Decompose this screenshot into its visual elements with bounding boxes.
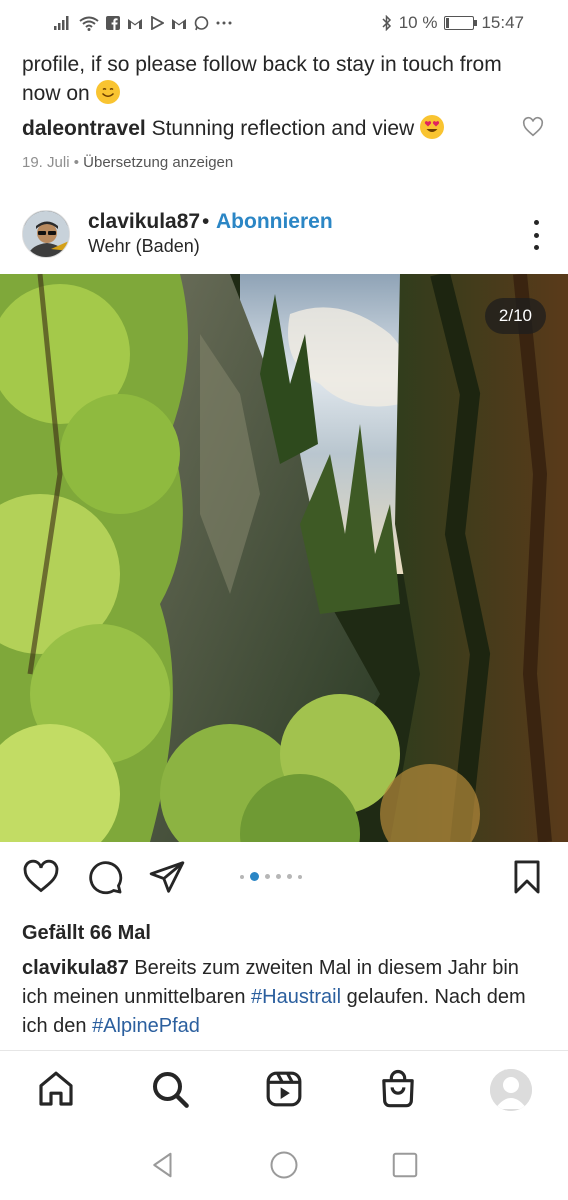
- previous-caption-text: profile, if so please follow back to sta…: [22, 53, 502, 105]
- hashtag-link-2[interactable]: #AlpinePfad: [92, 1015, 200, 1037]
- like-heart-icon[interactable]: [22, 858, 62, 898]
- bottom-navigation: [0, 1050, 568, 1134]
- comment-meta: 19. Juli • Übersetzung anzeigen: [22, 154, 233, 171]
- photo-counter: 2/10: [484, 298, 546, 334]
- battery-percent: 10 %: [398, 13, 438, 32]
- status-bar: 10 % 15:47: [0, 0, 568, 46]
- system-navigation: [0, 1134, 568, 1200]
- home-circle-icon[interactable]: [269, 1150, 299, 1180]
- play-icon: [150, 16, 164, 30]
- heart-eyes-emoji-icon: [420, 115, 445, 139]
- carousel-dot: [240, 874, 244, 879]
- post-location[interactable]: Wehr (Baden): [88, 236, 200, 257]
- hashtag-link-1[interactable]: #Haustrail: [251, 986, 341, 1008]
- more-options-icon[interactable]: [532, 220, 540, 250]
- status-icons-right: 10 % 15:47: [382, 13, 524, 33]
- signal-icon: [54, 16, 72, 30]
- search-icon[interactable]: [150, 1069, 190, 1109]
- post-username[interactable]: clavikula87: [88, 210, 200, 234]
- share-send-icon[interactable]: [148, 858, 188, 898]
- smile-emoji-icon: [95, 80, 120, 104]
- battery-icon: [444, 16, 478, 30]
- facebook-icon: [106, 16, 120, 30]
- carousel-dot: [250, 872, 259, 881]
- comment-text: Stunning reflection and view: [151, 117, 415, 140]
- carousel-dot: [265, 874, 270, 879]
- clock: 15:47: [481, 13, 524, 32]
- shop-icon[interactable]: [378, 1069, 418, 1109]
- carousel-dot: [276, 874, 281, 879]
- carousel-dot: [287, 874, 292, 879]
- home-icon[interactable]: [36, 1069, 76, 1109]
- post-header: clavikula87 • Abonnieren Wehr (Baden): [0, 204, 568, 268]
- save-bookmark-icon[interactable]: [508, 858, 548, 898]
- post-photo[interactable]: 2/10: [0, 274, 568, 842]
- carousel-indicator: [240, 872, 302, 881]
- whatsapp-icon: [194, 15, 209, 31]
- caption-username[interactable]: clavikula87: [22, 957, 129, 979]
- meta-separator: •: [73, 154, 79, 171]
- previous-caption: profile, if so please follow back to sta…: [22, 50, 542, 108]
- back-triangle-icon[interactable]: [148, 1150, 178, 1180]
- forest-photo-image: [0, 274, 568, 842]
- post-actions: [0, 858, 568, 906]
- comment-bubble-icon[interactable]: [86, 858, 126, 898]
- recents-square-icon[interactable]: [390, 1150, 420, 1180]
- carousel-dot: [298, 874, 302, 879]
- gmail-icon: [127, 17, 143, 30]
- reels-icon[interactable]: [264, 1069, 304, 1109]
- more-notifications-icon: [216, 21, 232, 25]
- post-avatar[interactable]: [22, 210, 70, 258]
- bluetooth-icon: [382, 15, 392, 31]
- comment: daleontravel Stunning reflection and vie…: [22, 114, 542, 144]
- gmail-icon-2: [171, 17, 187, 30]
- follow-button[interactable]: Abonnieren: [216, 210, 333, 234]
- comment-username[interactable]: daleontravel: [22, 117, 146, 140]
- profile-avatar[interactable]: [490, 1069, 532, 1111]
- wifi-icon: [79, 16, 99, 31]
- likes-count[interactable]: Gefällt 66 Mal: [22, 922, 151, 945]
- post-caption: clavikula87 Bereits zum zweiten Mal in d…: [22, 954, 546, 1048]
- comment-like-heart-icon[interactable]: [522, 116, 544, 138]
- translate-link[interactable]: Übersetzung anzeigen: [83, 154, 233, 171]
- status-icons-left: [54, 15, 232, 31]
- header-separator: •: [202, 210, 210, 233]
- comment-date: 19. Juli: [22, 154, 70, 171]
